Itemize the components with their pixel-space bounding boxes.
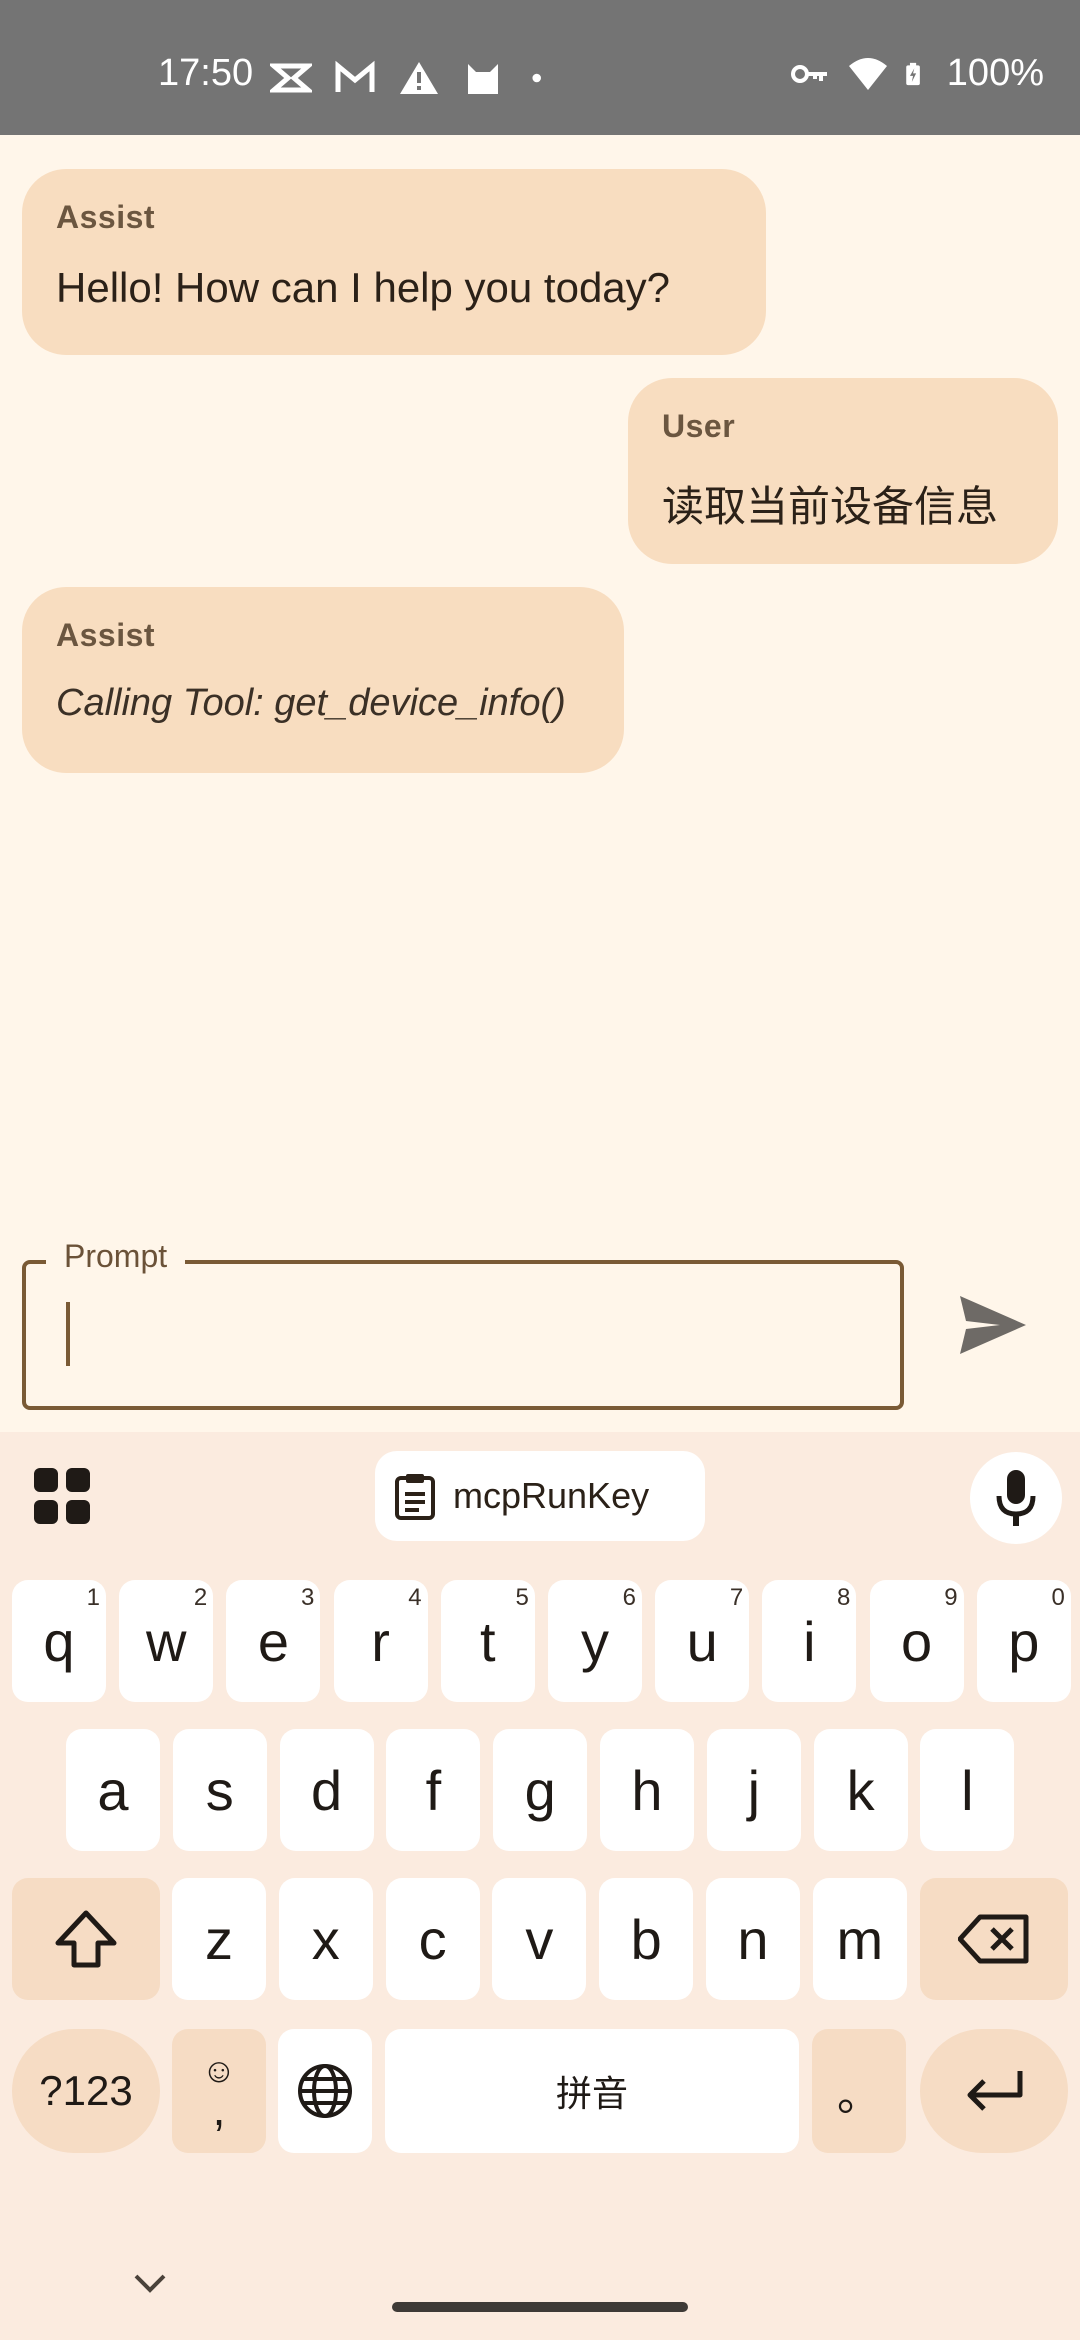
backspace-key[interactable]	[920, 1878, 1068, 2000]
clipboard-icon	[395, 1474, 435, 1520]
symbols-key-label: ?123	[39, 2067, 133, 2114]
assistant-message-bubble: Assist Hello! How can I help you today?	[22, 169, 766, 355]
language-key[interactable]	[278, 2029, 372, 2153]
soft-keyboard: mcpRunKey q1w2e3r4t5y6u7i8o9p0 asdfghjkl…	[0, 1432, 1080, 2340]
status-bar: 17:50 100%	[0, 0, 1080, 135]
battery-percent: 100%	[946, 52, 1044, 94]
prompt-input[interactable]	[22, 1260, 904, 1410]
backspace-icon	[958, 1914, 1029, 1964]
message-role: Assist	[56, 617, 156, 653]
key-x[interactable]: x	[278, 1878, 373, 2000]
status-time: 17:50	[158, 52, 254, 94]
message-role: Assist	[56, 199, 156, 235]
microphone-icon	[996, 1470, 1036, 1526]
key-l[interactable]: l	[920, 1729, 1015, 1851]
key-label: y	[581, 1609, 609, 1673]
key-d[interactable]: d	[279, 1729, 374, 1851]
key-g[interactable]: g	[493, 1729, 588, 1851]
enter-key[interactable]	[920, 2029, 1068, 2153]
key-p[interactable]: p0	[976, 1580, 1071, 1702]
key-number-hint: 2	[193, 1584, 208, 1611]
emoji-comma-key[interactable]: ☺ ,	[172, 2029, 266, 2153]
key-y[interactable]: y6	[548, 1580, 642, 1702]
cat-icon	[468, 64, 498, 94]
shift-key[interactable]	[12, 1878, 160, 2000]
battery-charging-icon	[906, 62, 920, 85]
hide-keyboard-icon[interactable]	[132, 2272, 168, 2296]
key-t[interactable]: t5	[440, 1580, 535, 1702]
key-number-hint: 9	[944, 1584, 958, 1611]
key-z[interactable]: z	[172, 1878, 266, 2000]
key-v[interactable]: v	[492, 1878, 587, 2000]
space-label: 拼音	[555, 2073, 628, 2114]
key-b[interactable]: b	[599, 1878, 694, 2000]
key-u[interactable]: u7	[655, 1580, 750, 1702]
key-c[interactable]: c	[385, 1878, 480, 2000]
key-label: e	[257, 1609, 289, 1673]
key-label: q	[43, 1609, 75, 1673]
period-key[interactable]: 。	[812, 2029, 906, 2153]
period-label: 。	[837, 2071, 881, 2120]
key-s[interactable]: s	[172, 1729, 267, 1851]
key-label: w	[145, 1609, 187, 1673]
message-text: Hello! How can I help you today?	[56, 264, 671, 311]
notification-icons	[270, 60, 556, 96]
key-label: r	[371, 1609, 390, 1673]
key-label: i	[803, 1609, 816, 1673]
shift-icon	[55, 1910, 117, 1968]
message-text: Calling Tool: get_device_info()	[56, 682, 566, 724]
clipboard-text: mcpRunKey	[453, 1475, 650, 1516]
enter-icon	[967, 2071, 1023, 2111]
key-o[interactable]: o9	[869, 1580, 964, 1702]
space-key[interactable]: 拼音	[385, 2029, 799, 2153]
assistant-tool-call-bubble: Assist Calling Tool: get_device_info()	[22, 587, 624, 773]
key-number-hint: 5	[515, 1584, 529, 1611]
message-text: 读取当前设备信息	[662, 483, 999, 530]
symbols-key[interactable]: ?123	[12, 2029, 160, 2153]
key-q[interactable]: q1	[12, 1580, 106, 1702]
key-h[interactable]: h	[600, 1729, 694, 1851]
capcut-icon	[270, 63, 312, 93]
clipboard-suggestion-chip[interactable]: mcpRunKey	[375, 1451, 705, 1541]
key-f[interactable]: f	[386, 1729, 481, 1851]
text-cursor	[66, 1302, 70, 1366]
prompt-label: Prompt	[46, 1238, 186, 1275]
comma-label: ,	[212, 2083, 226, 2135]
key-a[interactable]: a	[66, 1729, 160, 1851]
wifi-icon	[848, 57, 887, 90]
key-number-hint: 8	[837, 1584, 851, 1611]
dot-icon	[532, 73, 541, 83]
key-label: p	[1008, 1609, 1040, 1673]
user-message-bubble: User 读取当前设备信息	[628, 378, 1058, 564]
key-label: t	[480, 1609, 496, 1673]
key-m[interactable]: m	[812, 1878, 907, 2000]
voice-input-button[interactable]	[970, 1452, 1062, 1544]
key-number-hint: 4	[408, 1584, 422, 1611]
key-i[interactable]: i8	[762, 1580, 857, 1702]
gesture-nav-handle[interactable]	[392, 2302, 688, 2312]
gmail-icon	[335, 60, 375, 92]
key-number-hint: 1	[86, 1584, 100, 1611]
key-label: u	[686, 1609, 718, 1673]
key-number-hint: 6	[622, 1584, 636, 1611]
warning-icon	[400, 62, 438, 94]
system-icons: 100%	[789, 52, 1044, 95]
message-role: User	[662, 408, 736, 444]
vpn-key-icon	[790, 64, 827, 83]
key-number-hint: 3	[301, 1584, 315, 1611]
key-w[interactable]: w2	[119, 1580, 214, 1702]
apps-grid-icon[interactable]	[34, 1468, 90, 1524]
key-n[interactable]: n	[706, 1878, 800, 2000]
send-icon[interactable]	[954, 1290, 1030, 1360]
key-k[interactable]: k	[813, 1729, 908, 1851]
key-e[interactable]: e3	[226, 1580, 321, 1702]
key-number-hint: 0	[1051, 1584, 1065, 1611]
key-j[interactable]: j	[706, 1729, 801, 1851]
key-number-hint: 7	[729, 1584, 744, 1611]
key-r[interactable]: r4	[333, 1580, 428, 1702]
key-label: o	[901, 1609, 933, 1673]
globe-icon	[298, 2064, 352, 2118]
